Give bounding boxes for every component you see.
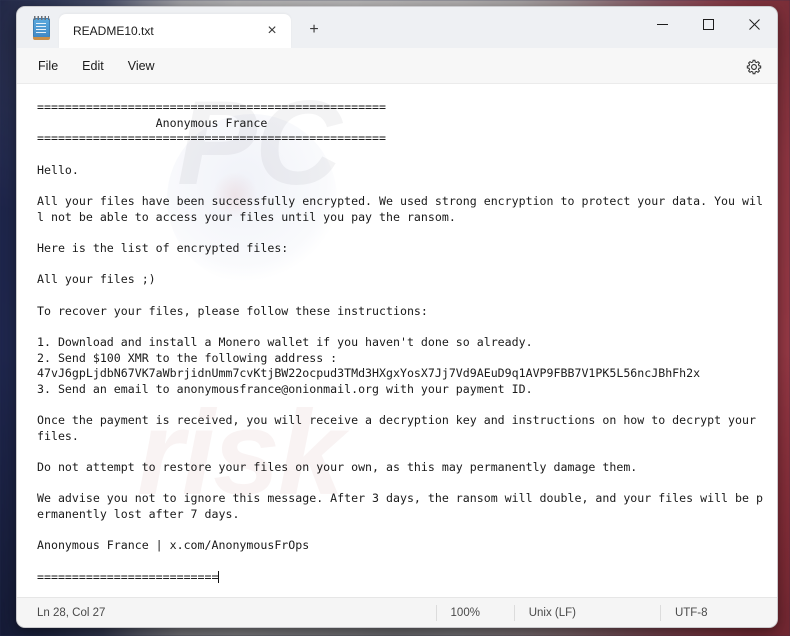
titlebar: README10.txt × + bbox=[17, 7, 777, 48]
close-window-button[interactable] bbox=[731, 7, 777, 41]
text-caret bbox=[218, 570, 220, 583]
menu-file[interactable]: File bbox=[27, 54, 69, 78]
editor-area[interactable]: PC risk ================================… bbox=[17, 84, 777, 597]
statusbar: Ln 28, Col 27 100% Unix (LF) UTF-8 bbox=[17, 597, 777, 627]
ransom-note-body: ========================================… bbox=[37, 100, 763, 584]
menu-edit[interactable]: Edit bbox=[71, 54, 115, 78]
minimize-button[interactable] bbox=[639, 7, 685, 41]
new-tab-icon[interactable]: + bbox=[299, 15, 329, 45]
maximize-button[interactable] bbox=[685, 7, 731, 41]
menu-view[interactable]: View bbox=[117, 54, 166, 78]
encoding[interactable]: UTF-8 bbox=[659, 604, 777, 621]
menubar: File Edit View bbox=[17, 48, 777, 84]
zoom-level[interactable]: 100% bbox=[435, 604, 514, 621]
tab-readme10[interactable]: README10.txt × bbox=[59, 14, 291, 48]
line-ending[interactable]: Unix (LF) bbox=[513, 604, 660, 621]
text-content[interactable]: ========================================… bbox=[17, 84, 777, 591]
close-tab-icon[interactable]: × bbox=[261, 20, 283, 42]
cursor-position: Ln 28, Col 27 bbox=[37, 606, 106, 619]
notepad-icon bbox=[31, 16, 53, 42]
gear-icon[interactable] bbox=[741, 54, 767, 80]
window-controls bbox=[639, 7, 777, 41]
tab-title: README10.txt bbox=[73, 24, 154, 38]
notepad-window: README10.txt × + File Edit View PC risk … bbox=[16, 6, 778, 628]
